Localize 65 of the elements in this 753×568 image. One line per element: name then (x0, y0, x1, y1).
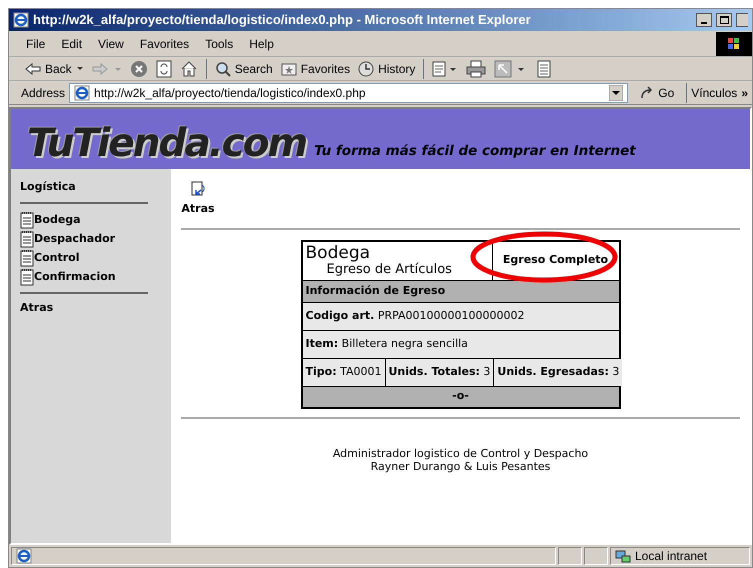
window-title: http://w2k_alfa/proyecto/tienda/logistico/index0.php - Microsoft Internet Explorer (33, 11, 531, 30)
notepad-icon (20, 268, 34, 286)
status-panel (584, 547, 608, 565)
site-logo: TuTienda.com (27, 124, 306, 163)
section-header: Información de Egreso (302, 280, 618, 302)
menu-item[interactable]: Favorites (134, 34, 194, 52)
address-label: Address (21, 84, 66, 102)
minimize-button[interactable] (696, 13, 712, 27)
links-toolbar-label[interactable]: Vínculos (691, 84, 738, 102)
go-button[interactable]: Go (632, 84, 682, 102)
table-cell: Tipo: TA0001 (302, 358, 386, 386)
menu-item[interactable]: File (21, 34, 50, 52)
browser-icon (13, 12, 29, 28)
dropdown-arrow-icon (609, 84, 624, 100)
menu-item[interactable]: Tools (200, 34, 238, 52)
sidebar-link[interactable]: Bodega (20, 210, 162, 228)
menu-item[interactable]: Help (244, 34, 279, 52)
code-row: Codigo art. PRPA00100000100000002 (302, 302, 618, 330)
footer-text: Rayner Durango & Luis Pesantes (370, 460, 552, 472)
notepad-icon (20, 210, 34, 228)
search-button[interactable]: Search (210, 60, 277, 78)
refresh-button[interactable] (156, 60, 172, 78)
more-chevron[interactable]: » (741, 84, 748, 102)
document-button[interactable] (536, 60, 552, 78)
footer-text: Administrador logistico de Control y Despacho (332, 446, 590, 460)
maximize-button[interactable] (716, 13, 732, 27)
notepad-icon (20, 248, 34, 266)
menu-item[interactable]: Edit (56, 34, 88, 52)
item-row: Item: Billetera negra sencilla (302, 330, 618, 358)
sidebar-link[interactable]: Confirmacion (20, 266, 162, 286)
back-page-icon (190, 181, 206, 197)
mail-button[interactable] (432, 60, 458, 78)
printer-button[interactable] (466, 60, 486, 78)
favorites-button[interactable]: Favorites (276, 60, 354, 78)
card-subtitle: Egreso de Artículos (326, 262, 453, 278)
back-arrow-icon (25, 62, 41, 74)
table-cell: Unids. Totales: 3 (386, 358, 494, 386)
status-text: Egreso Completo (502, 252, 608, 268)
windows-logo-icon (716, 32, 752, 56)
magnifier-icon (214, 60, 231, 76)
sidebar-back-link[interactable]: Atras (20, 300, 162, 316)
table-cell: Unids. Egresadas: 3 (494, 358, 622, 386)
caret-icon (76, 66, 84, 72)
tagline: Tu forma más fácil de comprar en Internet (314, 142, 636, 161)
sidebar-heading: Logística (20, 179, 77, 195)
go-arrow-icon (640, 86, 654, 100)
card-title: Bodega (306, 244, 372, 262)
clock-icon (358, 60, 374, 76)
history-button[interactable]: History (354, 60, 420, 78)
menu-item[interactable]: View (93, 34, 129, 52)
network-icon (615, 548, 631, 564)
status-panel (558, 547, 582, 565)
address-field[interactable]: http://w2k_alfa/proyecto/tienda/logistico/index0.php (69, 82, 628, 102)
home-button[interactable] (180, 60, 198, 78)
table-footer: -o- (302, 386, 618, 406)
sidebar-link[interactable]: Control (20, 248, 162, 266)
notepad-icon (20, 230, 34, 248)
back-button[interactable]: Back (21, 60, 88, 78)
back-link[interactable]: Atras (181, 181, 215, 218)
zone-label: Local intranet (635, 548, 708, 565)
stop-button[interactable] (130, 60, 148, 78)
sidebar-link[interactable]: Despachador (20, 228, 162, 248)
star-folder-icon (280, 62, 297, 76)
page-icon (74, 84, 90, 100)
close-button[interactable] (736, 13, 748, 27)
